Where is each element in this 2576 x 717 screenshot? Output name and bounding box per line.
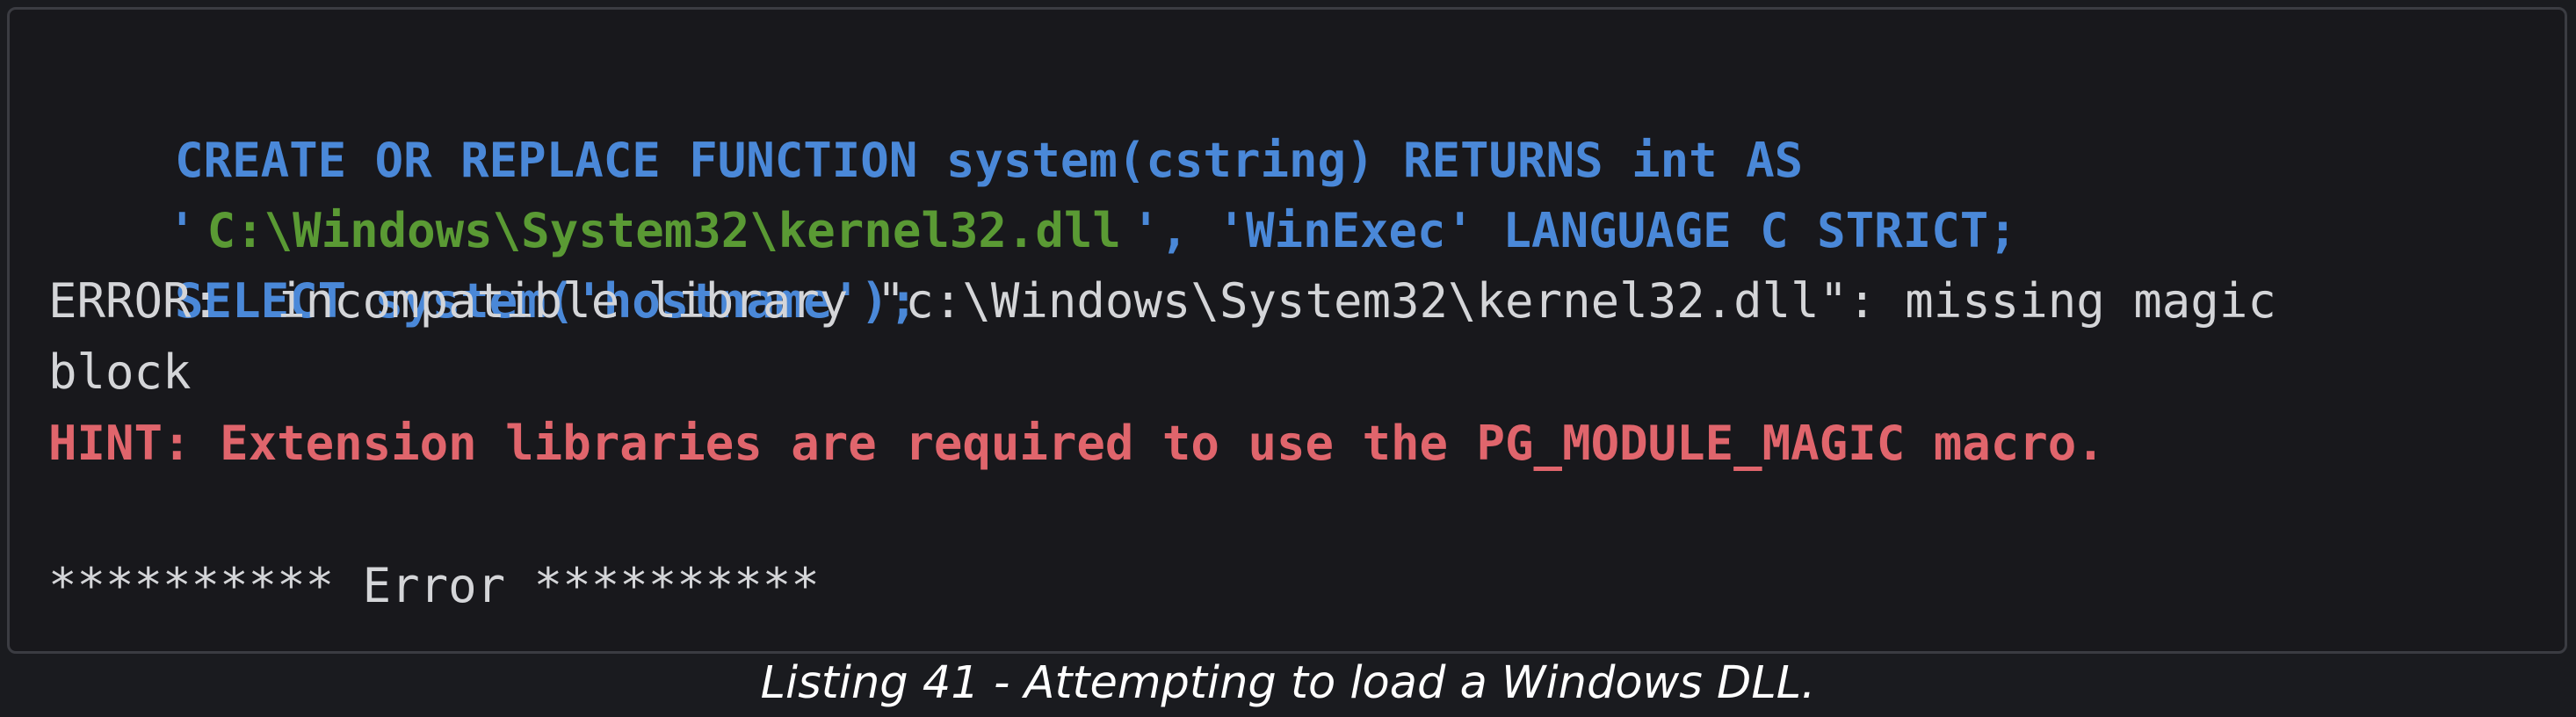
code-listing: CREATE OR REPLACE FUNCTION system(cstrin…: [7, 7, 2567, 654]
hint-message: HINT: Extension libraries are required t…: [48, 416, 2105, 471]
error-banner: ********** Error **********: [48, 558, 820, 613]
error-message-continuation: block: [48, 344, 192, 400]
error-message-line: ERROR: incompatible library "c:\Windows\…: [48, 273, 2276, 329]
listing-caption: Listing 41 - Attempting to load a Window…: [760, 657, 1816, 709]
sql-language-clause: ', 'WinExec' LANGUAGE C STRICT;: [1131, 203, 2017, 258]
